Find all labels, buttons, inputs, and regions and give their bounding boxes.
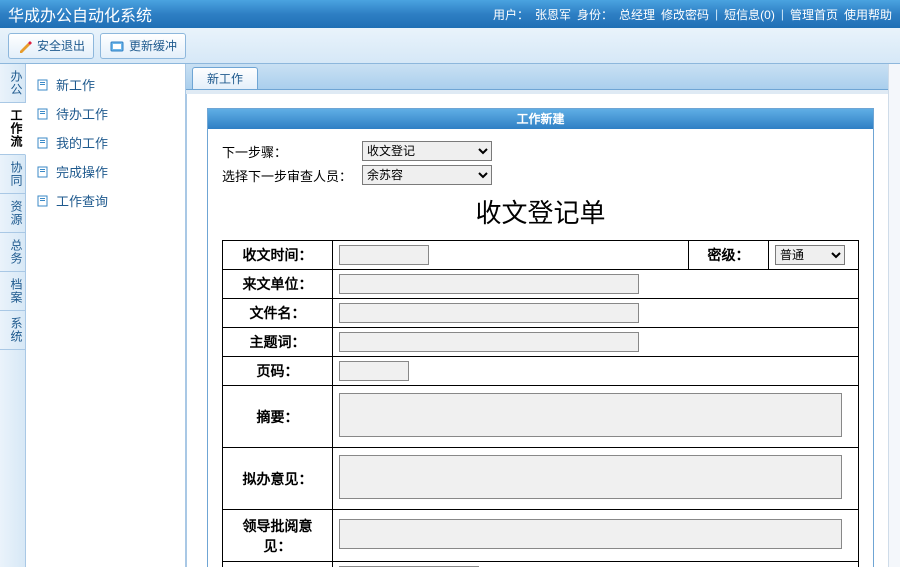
page-input[interactable] — [339, 361, 409, 381]
recv-time-input[interactable] — [339, 245, 429, 265]
link-sms[interactable]: 短信息(0) — [724, 6, 775, 23]
proposal-textarea[interactable] — [339, 455, 842, 499]
nav-pending-work[interactable]: 待办工作 — [30, 99, 181, 128]
page-label: 页码： — [223, 357, 333, 386]
nav-label: 新工作 — [56, 75, 95, 94]
step-label: 下一步骤： — [222, 142, 362, 161]
tab-new-work[interactable]: 新工作 — [192, 67, 258, 89]
nav-tree: 新工作 待办工作 我的工作 完成操作 工作查询 — [26, 64, 186, 567]
role-prefix: 身份： — [577, 6, 613, 23]
nav-label: 我的工作 — [56, 133, 108, 152]
from-unit-label: 来文单位： — [223, 270, 333, 299]
logout-button[interactable]: 安全退出 — [8, 33, 94, 59]
vtab-collab[interactable]: 协同 — [0, 155, 25, 194]
file-name-input[interactable] — [339, 303, 639, 323]
reviewer-label: 选择下一步审查人员： — [222, 166, 362, 185]
toolbar: 安全退出 更新缓冲 — [0, 28, 900, 64]
step-select[interactable]: 收文登记 — [362, 141, 492, 161]
from-unit-input[interactable] — [339, 274, 639, 294]
logout-label: 安全退出 — [37, 37, 85, 54]
nav-new-work[interactable]: 新工作 — [30, 70, 181, 99]
refresh-cache-button[interactable]: 更新缓冲 — [100, 33, 186, 59]
link-admin-home[interactable]: 管理首页 — [790, 6, 838, 23]
secrecy-label: 密级： — [689, 241, 769, 270]
link-change-password[interactable]: 修改密码 — [661, 6, 709, 23]
separator: | — [715, 7, 718, 21]
nav-label: 完成操作 — [56, 162, 108, 181]
abstract-textarea[interactable] — [339, 393, 842, 437]
proposal-label: 拟办意见： — [223, 448, 333, 510]
vtab-archive[interactable]: 档案 — [0, 272, 25, 311]
app-title: 华成办公自动化系统 — [8, 2, 152, 26]
vtab-general[interactable]: 总务 — [0, 233, 25, 272]
recv-time-label: 收文时间： — [223, 241, 333, 270]
app-header: 华成办公自动化系统 用户： 张恩军 身份： 总经理 修改密码 | 短信息(0) … — [0, 0, 900, 28]
subject-input[interactable] — [339, 332, 639, 352]
refresh-icon — [109, 38, 125, 54]
user-name: 张恩军 — [535, 6, 571, 23]
file-name-label: 文件名： — [223, 299, 333, 328]
role-name: 总经理 — [619, 6, 655, 23]
content-scroll[interactable]: 工作新建 下一步骤： 收文登记 选择下一步审查人员： 余苏容 收 — [186, 94, 888, 567]
user-bar: 用户： 张恩军 身份： 总经理 修改密码 | 短信息(0) | 管理首页 使用帮… — [493, 6, 892, 23]
leader-opinion-textarea[interactable] — [339, 519, 842, 549]
document-icon — [36, 136, 50, 150]
right-gutter — [888, 64, 900, 567]
main-area: 新工作 工作新建 下一步骤： 收文登记 选择下一步审查人员： 余苏容 — [186, 64, 888, 567]
nav-completed[interactable]: 完成操作 — [30, 157, 181, 186]
nav-label: 待办工作 — [56, 104, 108, 123]
subject-label: 主题词： — [223, 328, 333, 357]
leader-opinion-label: 领导批阅意见： — [223, 510, 333, 562]
vtab-resource[interactable]: 资源 — [0, 194, 25, 233]
vtab-system[interactable]: 系统 — [0, 311, 25, 350]
link-help[interactable]: 使用帮助 — [844, 6, 892, 23]
reviewer-select[interactable]: 余苏容 — [362, 165, 492, 185]
reg-form-table: 收文时间： 密级： 普通 来文单位： — [222, 240, 859, 567]
nav-work-query[interactable]: 工作查询 — [30, 186, 181, 215]
panel-body: 下一步骤： 收文登记 选择下一步审查人员： 余苏容 收文登记单 — [208, 129, 873, 567]
vtab-workflow[interactable]: 工作流 — [0, 103, 26, 155]
document-icon — [36, 78, 50, 92]
separator: | — [781, 7, 784, 21]
nav-label: 工作查询 — [56, 191, 108, 210]
document-icon — [36, 165, 50, 179]
nav-my-work[interactable]: 我的工作 — [30, 128, 181, 157]
tab-strip: 新工作 — [186, 64, 888, 90]
panel-work-new: 工作新建 下一步骤： 收文登记 选择下一步审查人员： 余苏容 收 — [207, 108, 874, 567]
panel-title: 工作新建 — [208, 109, 873, 129]
document-icon — [36, 194, 50, 208]
abstract-label: 摘要： — [223, 386, 333, 448]
secrecy-select[interactable]: 普通 — [775, 245, 845, 265]
user-prefix: 用户： — [493, 6, 529, 23]
archiver-label: 归档人： — [223, 562, 333, 567]
refresh-label: 更新缓冲 — [129, 37, 177, 54]
form-title: 收文登记单 — [222, 193, 859, 230]
vtab-office[interactable]: 办公 — [0, 64, 25, 103]
vertical-tabs: 办公 工作流 协同 资源 总务 档案 系统 — [0, 64, 26, 567]
pencil-icon — [17, 38, 33, 54]
document-icon — [36, 107, 50, 121]
